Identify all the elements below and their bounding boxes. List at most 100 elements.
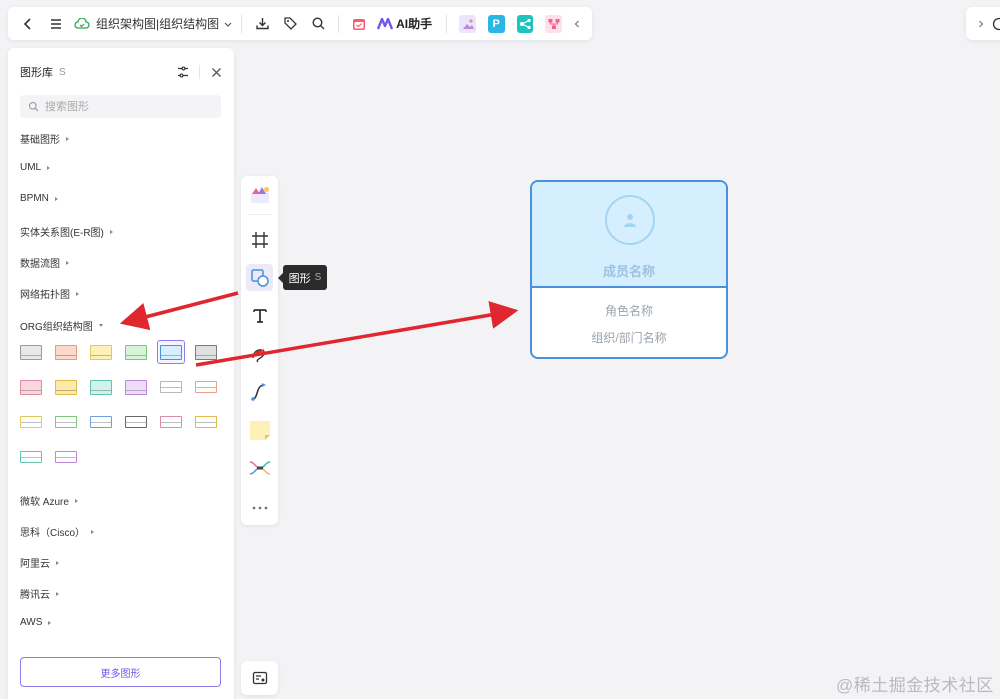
org-shape-preview bbox=[195, 344, 217, 360]
library-header: 图形库 S bbox=[20, 64, 224, 80]
org-shape-17[interactable] bbox=[157, 410, 185, 434]
sticky-note-tool[interactable] bbox=[246, 416, 273, 443]
more-tools[interactable] bbox=[246, 494, 273, 521]
shape-tool[interactable] bbox=[246, 264, 273, 291]
category-label: ORG组织结构图 bbox=[20, 322, 93, 333]
member-org-text[interactable]: 组织/部门名称 bbox=[532, 329, 726, 346]
org-shape-preview bbox=[125, 416, 147, 428]
category-uml[interactable]: UML bbox=[20, 162, 51, 173]
library-settings-button[interactable] bbox=[175, 64, 191, 80]
tag-icon bbox=[283, 17, 297, 30]
org-shape-18[interactable] bbox=[192, 410, 220, 434]
frame-icon bbox=[251, 231, 268, 248]
org-shape-preview bbox=[160, 416, 182, 428]
org-shape-16[interactable] bbox=[122, 410, 150, 434]
org-shape-11[interactable] bbox=[157, 375, 185, 399]
org-shape-2[interactable] bbox=[52, 340, 80, 364]
sliders-icon bbox=[178, 66, 188, 78]
org-shape-20[interactable] bbox=[52, 445, 80, 469]
calendar-plugin-button[interactable] bbox=[345, 10, 373, 38]
back-button[interactable] bbox=[14, 10, 42, 38]
org-shape-9[interactable] bbox=[87, 375, 115, 399]
category-label: 微软 Azure bbox=[20, 497, 69, 508]
category-bpmn[interactable]: BPMN bbox=[20, 193, 58, 204]
template-tool[interactable] bbox=[246, 181, 273, 208]
document-title[interactable]: 组织架构图|组织结构图 bbox=[74, 15, 233, 32]
expand-right-toolbar-button[interactable] bbox=[972, 10, 990, 38]
category-label: UML bbox=[20, 162, 42, 173]
org-shape-5[interactable] bbox=[157, 340, 185, 364]
org-shape-preview bbox=[55, 379, 77, 395]
caret-right-icon bbox=[48, 620, 52, 625]
menu-icon bbox=[51, 18, 61, 29]
collapse-toolbar-button[interactable] bbox=[568, 10, 586, 38]
shape-search-box[interactable] bbox=[20, 95, 221, 118]
connector-tool[interactable] bbox=[246, 378, 273, 405]
mindmap-plugin-button[interactable] bbox=[516, 14, 534, 33]
ai-assistant-button[interactable]: AI助手 bbox=[377, 15, 432, 32]
caret-right-icon bbox=[56, 591, 59, 596]
member-role-text[interactable]: 角色名称 bbox=[532, 302, 726, 319]
pen-tool[interactable] bbox=[246, 340, 273, 367]
member-name-text[interactable]: 成员名称 bbox=[532, 261, 726, 280]
connector-icon bbox=[250, 382, 266, 401]
right-toolbar-collapsed bbox=[966, 7, 1000, 40]
category-cisco[interactable]: 思科（Cisco） bbox=[20, 524, 95, 539]
category-label: 数据流图 bbox=[20, 259, 60, 270]
caret-right-icon bbox=[54, 196, 58, 201]
pen-icon bbox=[251, 348, 265, 362]
org-shape-preview bbox=[55, 416, 77, 428]
org-shape-1[interactable] bbox=[17, 340, 45, 364]
vertical-toolbar bbox=[241, 176, 278, 525]
download-button[interactable] bbox=[248, 10, 276, 38]
image-plugin-button[interactable] bbox=[459, 14, 476, 33]
org-shape-10[interactable] bbox=[122, 375, 150, 399]
search-button[interactable] bbox=[304, 10, 332, 38]
caret-right-icon bbox=[109, 229, 113, 234]
menu-button[interactable] bbox=[42, 10, 70, 38]
org-shape-12[interactable] bbox=[192, 375, 220, 399]
category-tencent-cloud[interactable]: 腾讯云 bbox=[20, 586, 59, 601]
org-shape-4[interactable] bbox=[122, 340, 150, 364]
org-shape-8[interactable] bbox=[52, 375, 80, 399]
org-shape-19[interactable] bbox=[17, 445, 45, 469]
frame-tool[interactable] bbox=[246, 226, 273, 253]
category-network-topology[interactable]: 网络拓扑图 bbox=[20, 286, 79, 301]
help-button[interactable] bbox=[990, 10, 1000, 38]
divider bbox=[241, 14, 243, 33]
org-shape-13[interactable] bbox=[17, 410, 45, 434]
tag-button[interactable] bbox=[276, 10, 304, 38]
category-basic-shapes[interactable]: 基础图形 bbox=[20, 131, 69, 146]
category-aliyun[interactable]: 阿里云 bbox=[20, 555, 59, 570]
org-shape-6[interactable] bbox=[192, 340, 220, 364]
org-shape-preview bbox=[20, 416, 42, 428]
text-tool[interactable] bbox=[246, 302, 273, 329]
category-label: 实体关系图(E-R图) bbox=[20, 228, 104, 239]
org-shape-preview bbox=[160, 381, 182, 393]
more-shapes-button[interactable]: 更多图形 bbox=[20, 657, 221, 687]
library-actions bbox=[175, 64, 224, 80]
flow-plugin-button[interactable] bbox=[545, 14, 563, 33]
org-member-card[interactable]: 成员名称 角色名称 组织/部门名称 bbox=[530, 180, 728, 359]
category-er-diagram[interactable]: 实体关系图(E-R图) bbox=[20, 224, 113, 239]
p-plugin-button[interactable]: P bbox=[487, 14, 505, 33]
shape-icon bbox=[250, 268, 269, 287]
category-aws[interactable]: AWS bbox=[20, 617, 52, 628]
category-label: BPMN bbox=[20, 193, 49, 204]
category-data-flow[interactable]: 数据流图 bbox=[20, 255, 69, 270]
library-close-button[interactable] bbox=[208, 64, 224, 80]
mindmap-tool[interactable] bbox=[246, 454, 273, 481]
category-label: 腾讯云 bbox=[20, 590, 50, 601]
org-shape-14[interactable] bbox=[52, 410, 80, 434]
category-label: 阿里云 bbox=[20, 559, 50, 570]
shape-search-input[interactable] bbox=[45, 100, 205, 113]
org-shape-15[interactable] bbox=[87, 410, 115, 434]
org-shape-preview bbox=[125, 379, 147, 395]
category-org-chart[interactable]: ORG组织结构图 bbox=[20, 318, 103, 333]
category-azure[interactable]: 微软 Azure bbox=[20, 493, 78, 508]
minimap-button[interactable] bbox=[241, 661, 278, 695]
org-shape-preview bbox=[55, 451, 77, 463]
text-icon bbox=[252, 308, 267, 323]
org-shape-3[interactable] bbox=[87, 340, 115, 364]
org-shape-7[interactable] bbox=[17, 375, 45, 399]
